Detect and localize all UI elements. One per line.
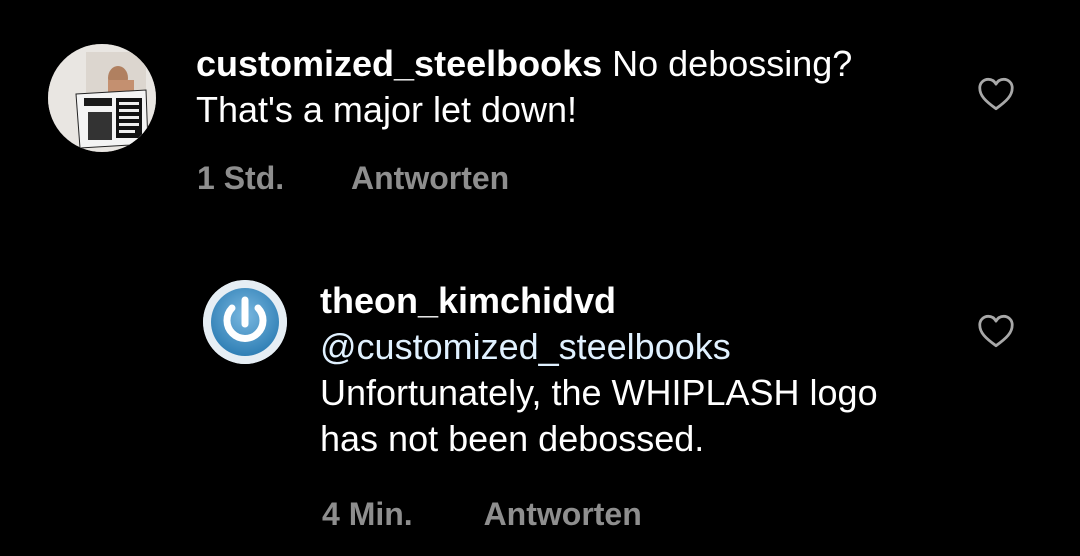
reply-button[interactable]: Antworten — [351, 160, 509, 196]
comment-text: theon_kimchidvd @customized_steelbooks U… — [320, 278, 940, 462]
like-button[interactable] — [977, 77, 1015, 111]
comment-username[interactable]: theon_kimchidvd — [320, 280, 616, 321]
heart-outline-icon — [978, 77, 1014, 111]
like-button[interactable] — [977, 314, 1015, 348]
comment-meta: 4 Min. Antworten — [322, 496, 642, 533]
comment-meta: 1 Std. Antworten — [197, 160, 509, 197]
comment-timestamp: 1 Std. — [197, 160, 285, 196]
comment-timestamp: 4 Min. — [322, 496, 413, 532]
mention-link[interactable]: @customized_steelbooks — [320, 326, 731, 367]
comment-username[interactable]: customized_steelbooks — [196, 43, 602, 84]
reply-button[interactable]: Antworten — [484, 496, 642, 532]
heart-outline-icon — [978, 314, 1014, 348]
comment-text: customized_steelbooks No debossing? That… — [196, 41, 956, 133]
avatar[interactable] — [48, 44, 156, 152]
avatar[interactable] — [203, 280, 287, 364]
comment-item: customized_steelbooks No debossing? That… — [0, 0, 1080, 230]
comment-body: Unfortunately, the WHIPLASH logo has not… — [320, 372, 878, 459]
power-button-avatar-icon — [203, 280, 287, 364]
newspaper-photo-avatar-icon — [48, 44, 156, 152]
